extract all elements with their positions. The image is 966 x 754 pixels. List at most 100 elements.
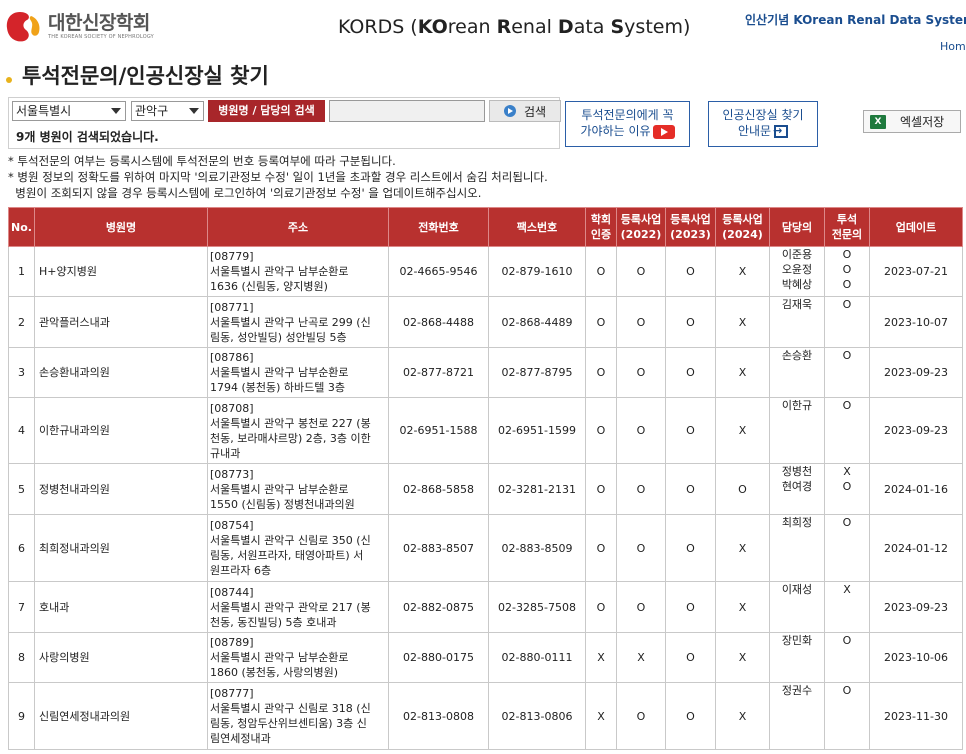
row-number: 3 — [8, 347, 35, 398]
specialist-flag: O — [842, 480, 852, 493]
fax-number: 02-880-0111 — [488, 632, 586, 683]
row-number: 7 — [8, 581, 35, 633]
registry-2023: O — [665, 397, 716, 464]
doctor-list: 이한규 — [769, 397, 825, 464]
guide-button-line2: 안내문 — [737, 124, 772, 138]
address-line: [08754] — [210, 519, 254, 532]
doctor-list: 이준용 오윤정 박혜상 — [769, 246, 825, 297]
hospital-name: 호내과 — [34, 581, 208, 633]
registry-2023: O — [665, 347, 716, 398]
specialist-list: XO — [824, 463, 870, 515]
registry-2022: O — [616, 514, 666, 582]
updated-date: 2023-07-21 — [869, 246, 963, 297]
fax-number: 02-813-0806 — [488, 682, 586, 750]
row-number: 5 — [8, 463, 35, 515]
specialist-flag: O — [842, 684, 852, 697]
district-select[interactable]: 관악구 — [131, 101, 204, 121]
search-input[interactable] — [329, 100, 485, 122]
registry-2023: O — [665, 296, 716, 348]
home-link[interactable]: Home — [940, 40, 966, 53]
updated-date: 2023-09-23 — [869, 347, 963, 398]
guide-button[interactable]: 인공신장실 찾기 안내문 — [708, 101, 818, 147]
why-button-line2: 가야하는 이유 — [580, 124, 651, 138]
logo-title: 대한신장학회 — [48, 11, 150, 34]
table-row[interactable]: 8 사랑의병원 [08789] 서울특별시 관악구 남부순환로 1860 (봉천동, 사… — [8, 632, 963, 683]
phone-number: 02-813-0808 — [388, 682, 489, 750]
doctor-name: 오윤정 — [781, 263, 813, 276]
registry-2022: X — [616, 632, 666, 683]
notice-line: * 병원 정보의 정확도를 위하여 마지막 '의료기관정보 수정' 일이 1년을… — [8, 170, 548, 184]
row-number: 9 — [8, 682, 35, 750]
header-col-cert: 학회 인증 — [585, 207, 617, 247]
page-title-text: 투석전문의/인공신장실 찾기 — [22, 64, 269, 88]
table-row[interactable]: 6 최희정내과의원 [08754] 서울특별시 관악구 신림로 350 (신 림동, 서… — [8, 514, 963, 582]
hospital-name: 사랑의병원 — [34, 632, 208, 683]
system-title-part: R — [496, 16, 512, 38]
table-row[interactable]: 7 호내과 [08744] 서울특별시 관악구 관악로 217 (봉 천동, 동진빌딩)… — [8, 581, 963, 633]
registry-2024: X — [715, 347, 770, 398]
city-select[interactable]: 서울특별시 — [12, 101, 126, 121]
system-title-prefix: KORDS ( — [338, 16, 418, 38]
doctor-list: 김재욱 — [769, 296, 825, 348]
address-line: [08773] — [210, 467, 254, 481]
hospital-address: [08744] 서울특별시 관악구 관악로 217 (봉 천동, 동진빌딩) 5층 … — [207, 581, 389, 633]
address-line: 서울특별시 관악구 난곡로 299 (신 — [210, 315, 371, 329]
specialist-list: O — [824, 347, 870, 398]
header-col-reg2022: 등록사업 (2022) — [616, 207, 666, 247]
notice-text: * 투석전문의 여부는 등록시스템에 투석전문의 번호 등록여부에 따라 구분됩… — [8, 153, 548, 201]
notice-line: * 투석전문의 여부는 등록시스템에 투석전문의 번호 등록여부에 따라 구분됩… — [8, 154, 396, 168]
logo-subtitle: THE KOREAN SOCIETY OF NEPHROLOGY — [48, 33, 154, 40]
search-button[interactable]: 검색 — [489, 100, 561, 122]
address-line: [08708] — [210, 401, 254, 415]
table-row[interactable]: 3 손승환내과의원 [08786] 서울특별시 관악구 남부순환로 1794 (봉천동)… — [8, 347, 963, 398]
chevron-down-icon — [189, 108, 199, 114]
result-count: 9개 병원이 검색되었습니다. — [16, 130, 159, 144]
system-title-part: enal — [511, 16, 558, 38]
phone-number: 02-6951-1588 — [388, 397, 489, 464]
system-title-part: ata — [573, 16, 611, 38]
table-row[interactable]: 9 신림연세정내과의원 [08777] 서울특별시 관악구 신림로 318 (신 림동,… — [8, 682, 963, 750]
why-specialist-button[interactable]: 투석전문의에게 꼭 가야하는 이유 — [565, 101, 690, 147]
registry-2024: X — [715, 682, 770, 750]
specialist-flag: O — [842, 634, 852, 647]
search-label: 병원명 / 담당의 검색 — [208, 100, 325, 122]
address-line: 서울특별시 관악구 신림로 350 (신 — [210, 534, 371, 547]
address-line: 천동, 동진빌딩) 5층 호내과 — [210, 615, 337, 629]
address-line: [08771] — [210, 300, 254, 314]
table-row[interactable]: 2 관악플러스내과 [08771] 서울특별시 관악구 난곡로 299 (신 림동, 성… — [8, 296, 963, 348]
doctor-name: 김재욱 — [781, 298, 813, 311]
address-line: 1860 (봉천동, 사랑의병원) — [210, 666, 339, 679]
society-certified: O — [585, 246, 617, 297]
right-title: 인산기념 KOrean Renal Data System — [745, 13, 966, 27]
bullet-icon — [6, 77, 12, 83]
specialist-flag: O — [842, 349, 852, 362]
hospital-name: 손승환내과의원 — [34, 347, 208, 398]
table-row[interactable]: 1 H+양지병원 [08779] 서울특별시 관악구 남부순환로 1636 (신림동, … — [8, 246, 963, 297]
search-button-label: 검색 — [523, 104, 547, 119]
hospital-name: 최희정내과의원 — [34, 514, 208, 582]
fax-number: 02-879-1610 — [488, 246, 586, 297]
row-number: 6 — [8, 514, 35, 582]
address-line: 천동, 보라매샤르망) 2층, 3층 이한 — [210, 431, 371, 445]
excel-button-label: 엑셀저장 — [900, 115, 945, 129]
society-certified: X — [585, 682, 617, 750]
society-logo[interactable]: 대한신장학회 THE KOREAN SOCIETY OF NEPHROLOGY — [4, 6, 154, 46]
table-row[interactable]: 4 이한규내과의원 [08708] 서울특별시 관악구 봉천로 227 (봉 천동, 보… — [8, 397, 963, 464]
society-certified: O — [585, 581, 617, 633]
specialist-flag: X — [843, 465, 851, 478]
specialist-list: O — [824, 397, 870, 464]
notice-line: 병원이 조회되지 않을 경우 등록시스템에 로그인하여 '의료기관정보 수정' … — [8, 186, 482, 200]
excel-save-button[interactable]: X 엑셀저장 — [863, 110, 961, 133]
updated-date: 2024-01-16 — [869, 463, 963, 515]
registry-2022: O — [616, 246, 666, 297]
why-button-line1: 투석전문의에게 꼭 — [581, 108, 674, 122]
address-line: 규내과 — [210, 446, 241, 460]
updated-date: 2023-10-07 — [869, 296, 963, 348]
system-title-part: rean — [447, 16, 497, 38]
table-row[interactable]: 5 정병천내과의원 [08773] 서울특별시 관악구 남부순환로 1550 (신림동)… — [8, 463, 963, 515]
doctor-list: 손승환 — [769, 347, 825, 398]
phone-number: 02-868-5858 — [388, 463, 489, 515]
site-header: 대한신장학회 THE KOREAN SOCIETY OF NEPHROLOGY … — [0, 0, 966, 58]
address-line: [08789] — [210, 636, 254, 649]
specialist-flag: O — [842, 278, 852, 291]
